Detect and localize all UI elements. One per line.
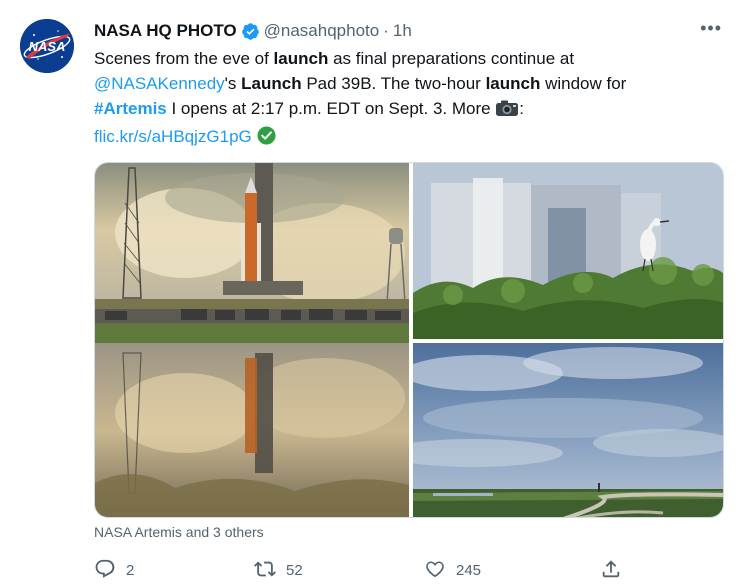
like-count: 245 [456, 562, 482, 579]
highlight-launch: launch [485, 74, 541, 93]
retweet-icon [254, 558, 276, 583]
text-segment: as final preparations continue at [328, 49, 575, 68]
text-segment: 's [224, 74, 242, 93]
heart-icon [424, 558, 446, 583]
author-handle[interactable]: @nasahqphoto [264, 21, 380, 41]
like-button[interactable]: 245 [424, 558, 481, 583]
tweet-header: NASA HQ PHOTO @nasahqphoto · 1h [94, 19, 412, 43]
reply-count: 2 [126, 562, 135, 579]
photo-launch-pad-reflection[interactable] [95, 163, 409, 517]
header-separator: · [383, 21, 389, 40]
author-avatar[interactable]: NASA [20, 19, 74, 73]
nasa-logo-icon: NASA [20, 19, 74, 73]
reply-icon [94, 558, 116, 583]
highlight-launch: Launch [241, 74, 302, 93]
tagged-users[interactable]: NASA Artemis and 3 others [94, 524, 264, 540]
share-icon [600, 558, 622, 583]
more-options-icon[interactable]: ••• [700, 18, 722, 39]
text-segment: : [519, 99, 525, 118]
check-mark-emoji-icon [256, 126, 276, 152]
media-grid [94, 162, 724, 518]
text-segment: window for [540, 74, 627, 93]
retweet-button[interactable]: 52 [254, 558, 303, 583]
svg-text:NASA: NASA [29, 39, 66, 54]
tweet-text: Scenes from the eve of launch as final p… [94, 46, 724, 152]
text-segment: Pad 39B. The two-hour [301, 74, 486, 93]
reply-button[interactable]: 2 [94, 558, 134, 583]
tweet-timestamp[interactable]: 1h [393, 21, 412, 41]
photo-sky-landscape[interactable] [413, 343, 723, 517]
camera-emoji-icon [495, 99, 519, 124]
tweet-actions: 2 52 245 [94, 558, 634, 584]
verified-badge-icon [241, 22, 260, 41]
text-segment: I opens at 2:17 p.m. EDT on Sept. 3. Mor… [166, 99, 496, 118]
mention-link[interactable]: @NASAKennedy [94, 74, 225, 93]
retweet-count: 52 [286, 562, 303, 579]
hashtag-link[interactable]: #Artemis [94, 99, 167, 118]
url-link[interactable]: flic.kr/s/aHBqjzG1pG [94, 127, 252, 146]
highlight-launch: launch [273, 49, 329, 68]
photo-egret-bushes[interactable] [413, 163, 723, 339]
text-segment: Scenes from the eve of [94, 49, 274, 68]
share-button[interactable] [600, 558, 622, 583]
author-name[interactable]: NASA HQ PHOTO [94, 21, 237, 41]
